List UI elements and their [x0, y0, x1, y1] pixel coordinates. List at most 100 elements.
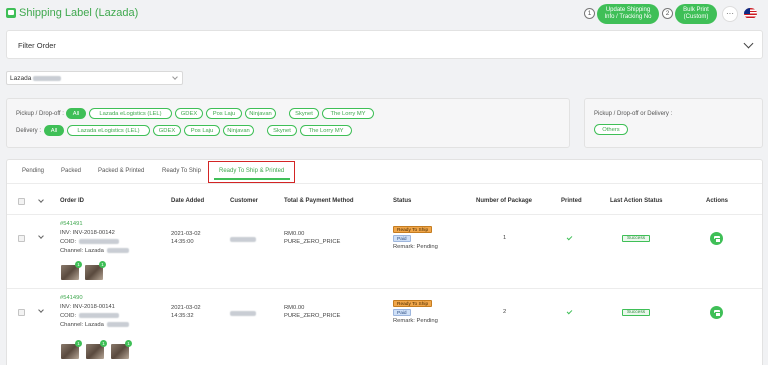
select-all-checkbox[interactable] [18, 198, 25, 205]
redacted-value [106, 247, 129, 253]
delivery-label: Delivery : [16, 128, 42, 134]
update-shipping-button[interactable]: Update Shipping Info / Tracking No [597, 4, 659, 24]
pickup-dropoff-label: Pickup / Drop-off : [16, 111, 64, 117]
courier-chip[interactable]: All [66, 108, 86, 119]
quantity-badge: 1 [99, 261, 106, 268]
date-added: 2021-03-02 [171, 305, 201, 311]
order-id-link[interactable]: #541490 [60, 294, 83, 302]
courier-chip[interactable]: GDEX [175, 108, 203, 119]
cod-label: COID: [60, 239, 77, 245]
active-tab-highlight [208, 161, 295, 183]
total-amount: RM0.00 [284, 231, 305, 237]
package-count: 2 [503, 309, 507, 315]
redacted-value [106, 321, 129, 327]
shipping-label-icon [6, 8, 16, 18]
courier-chip-others[interactable]: Others [594, 124, 628, 135]
chevron-down-icon [172, 74, 178, 80]
redacted-value [79, 312, 120, 318]
paid-badge: Paid [393, 235, 411, 242]
status-badge: Ready To Ship [393, 300, 433, 307]
more-options-button[interactable]: ··· [722, 6, 738, 22]
total-amount: RM0.00 [284, 305, 305, 311]
row-checkbox[interactable] [18, 235, 25, 242]
quantity-badge: 1 [75, 261, 82, 268]
payment-method: PURE_ZERO_PRICE [284, 313, 341, 319]
redacted-value [79, 238, 120, 244]
last-action-status-badge: Success [622, 309, 651, 316]
courier-chip[interactable]: Ninjavan [245, 108, 276, 119]
column-header: Status [393, 198, 412, 204]
others-filter-panel [584, 98, 763, 148]
courier-chip[interactable]: The Lorry MY [300, 125, 352, 136]
package-count: 1 [503, 235, 507, 241]
tabs-divider [7, 183, 762, 184]
customer-name [230, 311, 256, 316]
column-header: Order ID [60, 198, 85, 204]
step-2-indicator: 2 [662, 8, 673, 19]
courier-chip[interactable]: All [44, 125, 64, 136]
column-header: Last Action Status [610, 198, 663, 204]
filter-order-panel[interactable]: Filter Order [6, 30, 763, 59]
paid-badge: Paid [393, 309, 411, 316]
column-header: Actions [706, 198, 729, 204]
column-header: Customer [230, 198, 259, 204]
store-select-value: Lazada [10, 75, 62, 82]
time-added: 14:35:32 [171, 313, 194, 319]
bulk-print-button[interactable]: Bulk Print (Custom) [675, 4, 717, 24]
courier-filter-panel [6, 98, 570, 148]
quantity-badge: 1 [100, 340, 107, 347]
row-checkbox[interactable] [18, 309, 25, 316]
others-label: Pickup / Drop-off or Delivery : [594, 111, 673, 117]
orders-table-card [6, 159, 763, 365]
row-divider [7, 288, 762, 289]
tab-0[interactable]: Pending [22, 168, 44, 174]
cod-number: COID: [60, 238, 120, 246]
courier-chip[interactable]: Lazada eLogistics (LEL) [89, 108, 172, 119]
remark-text: Remark: Pending [393, 318, 438, 324]
time-added: 14:35:00 [171, 239, 194, 245]
courier-chip[interactable]: Lazada eLogistics (LEL) [67, 125, 150, 136]
customer-name [230, 237, 256, 242]
courier-chip[interactable]: GDEX [153, 125, 181, 136]
quantity-badge: 1 [125, 340, 132, 347]
courier-chip[interactable]: Pos Laju [184, 125, 220, 136]
active-tab-underline [214, 178, 290, 180]
channel-name: Channel: Lazada [60, 322, 104, 328]
courier-chip[interactable]: The Lorry MY [322, 108, 374, 119]
chevron-down-icon[interactable] [743, 38, 754, 49]
store-select[interactable]: Lazada [6, 71, 183, 85]
order-id-link[interactable]: #541491 [60, 220, 83, 228]
cod-number: COID: [60, 312, 120, 320]
last-action-status-badge: Success [622, 235, 651, 242]
tab-2[interactable]: Packed & Printed [98, 168, 144, 174]
quantity-badge: 1 [75, 340, 82, 347]
channel-label: Channel: Lazada [60, 247, 129, 255]
courier-chip[interactable]: Skynet [267, 125, 297, 136]
app-header: Shipping Label (Lazada) 1 Update Shippin… [0, 0, 768, 28]
courier-chip[interactable]: Pos Laju [206, 108, 242, 119]
filter-order-label: Filter Order [18, 41, 56, 50]
cod-label: COID: [60, 313, 77, 319]
date-added: 2021-03-02 [171, 231, 201, 237]
print-icon[interactable] [710, 232, 723, 245]
step-1-indicator: 1 [584, 8, 595, 19]
malaysia-flag-icon[interactable] [744, 8, 757, 19]
courier-chip[interactable]: Ninjavan [223, 125, 254, 136]
invoice-number: INV: INV-2018-00141 [60, 304, 115, 310]
column-header: Total & Payment Method [284, 198, 354, 204]
page-title: Shipping Label (Lazada) [19, 7, 139, 19]
invoice-number: INV: INV-2018-00142 [60, 230, 115, 236]
payment-method: PURE_ZERO_PRICE [284, 239, 341, 245]
column-header: Number of Package [476, 198, 533, 204]
remark-text: Remark: Pending [393, 244, 438, 250]
header-divider [7, 214, 762, 215]
tab-1[interactable]: Packed [61, 168, 81, 174]
column-header: Date Added [171, 198, 205, 204]
status-badge: Ready To Ship [393, 226, 433, 233]
channel-label: Channel: Lazada [60, 321, 129, 329]
print-icon[interactable] [710, 306, 723, 319]
channel-name: Channel: Lazada [60, 248, 104, 254]
tab-3[interactable]: Ready To Ship [162, 168, 201, 174]
column-header: Printed [561, 198, 582, 204]
courier-chip[interactable]: Skynet [289, 108, 319, 119]
